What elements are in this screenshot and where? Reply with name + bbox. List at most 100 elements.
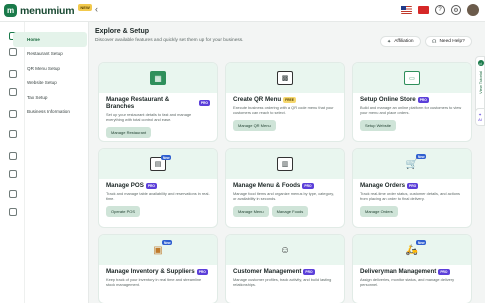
card-illustration: ▤ New [99, 149, 217, 179]
pro-badge: PRO [417, 96, 429, 103]
card-setup-online-store: ▭ Setup Online Store PRO Build and manage… [352, 62, 472, 142]
pro-badge: PRO [198, 100, 210, 106]
manage-qr-menu-button[interactable]: Manage QR Menu [233, 120, 276, 131]
card-description: Build and manage an online platform for … [360, 105, 462, 116]
pro-badge: PRO [196, 268, 208, 275]
manage-menu-button[interactable]: Manage Menu [233, 206, 269, 217]
sidebar-item-home[interactable]: Home [13, 32, 87, 47]
orders-icon: 🛒 New [405, 154, 426, 170]
operate-pos-button[interactable]: Operate POS [106, 206, 141, 217]
card-title: Deliveryman Management [360, 268, 437, 275]
ai-label: AI [478, 117, 482, 122]
online-store-icon: ▭ [404, 71, 420, 85]
new-badge: New [161, 155, 171, 160]
sidebar-nav: Home Restaurant Setup QR Menu Setup Webs… [13, 32, 87, 119]
card-description: Assign deliveries, monitor status, and m… [360, 277, 455, 288]
card-title: Customer Management [233, 268, 302, 275]
sidebar-item-restaurant-setup[interactable]: Restaurant Setup [13, 47, 87, 62]
card-description: Track real-time order status, customer d… [360, 191, 460, 202]
card-manage-pos: ▤ New Manage POS PRO Track and manage tabl… [98, 148, 218, 228]
collapse-sidebar-icon[interactable]: ‹ [95, 4, 98, 14]
app-logo[interactable]: m menumium NEW [4, 4, 92, 17]
card-illustration: ☺ [226, 235, 344, 265]
pro-badge: PRO [407, 182, 419, 189]
need-help-label: Need Help? [439, 39, 465, 44]
card-description: Execute business ordering with a QR code… [233, 105, 334, 116]
card-title: Manage Inventory & Suppliers [106, 268, 195, 275]
page-title: Explore & Setup [95, 28, 150, 35]
settings-icon[interactable]: ⚙ [451, 5, 461, 15]
sidebar-item-qr-menu-setup[interactable]: QR Menu Setup [13, 61, 87, 76]
affiliation-label: Affiliation [394, 39, 414, 44]
card-manage-inventory: ▣ New Manage Inventory & Suppliers PRO Kee… [98, 234, 218, 303]
card-title: Create QR Menu [233, 96, 282, 103]
card-illustration: ▥ [226, 149, 344, 179]
card-description: Keep track of your inventory in real tim… [106, 277, 202, 288]
card-description: Manage customer profiles, track activity… [233, 277, 332, 288]
main-content: Explore & Setup Discover available featu… [95, 28, 473, 303]
sidebar-item-website-setup[interactable]: Website Setup [13, 76, 87, 91]
users-icon[interactable] [9, 152, 17, 160]
pro-badge: PRO [438, 268, 450, 275]
manage-orders-button[interactable]: Manage Orders [360, 206, 398, 217]
manage-foods-button[interactable]: Manage Foods [271, 206, 309, 217]
card-manage-menu-foods: ▥ Manage Menu & Foods PRO Manage food ite… [225, 148, 345, 228]
card-title: Setup Online Store [360, 96, 416, 103]
card-manage-restaurant: ▦ Manage Restaurant & Branches PRO Set up… [98, 62, 218, 142]
free-badge: FREE [283, 96, 296, 103]
card-manage-orders: 🛒 New Manage Orders PRO Track real-time or… [352, 148, 472, 228]
store-icon: ▦ [150, 71, 166, 85]
app-badge: NEW [78, 4, 92, 11]
top-bar-actions: ? ⚙ [401, 4, 479, 16]
finance-icon[interactable] [9, 208, 17, 216]
us-flag-icon[interactable] [401, 6, 412, 14]
card-customer-management: ☺ Customer Management PRO Manage customer… [225, 234, 345, 303]
setup-website-button[interactable]: Setup Website [360, 120, 396, 131]
pos-icon: ▤ New [150, 155, 171, 171]
card-illustration: 🛵 New [353, 235, 471, 265]
pro-badge: PRO [302, 182, 314, 189]
manage-restaurant-button[interactable]: Manage Restaurant [106, 127, 152, 138]
headset-icon: ☊ [432, 38, 437, 45]
logo-mark-icon: m [4, 4, 17, 17]
help-icon[interactable]: ? [435, 5, 445, 15]
card-description: Track and manage table availability and … [106, 191, 210, 202]
language-flag-icon[interactable] [418, 6, 429, 14]
card-title: Manage POS [106, 182, 144, 189]
sidebar-item-business-information[interactable]: Business Information [13, 105, 87, 120]
card-illustration: ▦ [99, 63, 217, 93]
customer-icon: ☺ [279, 244, 291, 256]
sidebar: Home Restaurant Setup QR Menu Setup Webs… [0, 22, 89, 303]
tutorial-icon: d [477, 60, 484, 66]
menu-foods-icon: ▥ [277, 157, 293, 171]
delivery-icon: 🛵 New [405, 240, 426, 256]
top-bar: m menumium NEW ‹ ? ⚙ [0, 0, 485, 22]
affiliation-button[interactable]: ✦ Affiliation [380, 36, 421, 47]
card-title: Manage Menu & Foods [233, 182, 301, 189]
affiliation-icon: ✦ [387, 38, 392, 45]
ai-assistant-tab[interactable]: ✦ AI [475, 108, 485, 126]
card-illustration: ▭ [353, 63, 471, 93]
reports-icon[interactable] [9, 190, 17, 198]
card-illustration: 🛒 New [353, 149, 471, 179]
need-help-button[interactable]: ☊ Need Help? [425, 36, 472, 47]
delivery-icon[interactable] [9, 130, 17, 138]
sidebar-item-tax-setup[interactable]: Tax Setup [13, 90, 87, 105]
card-deliveryman-management: 🛵 New Deliveryman Management PRO Assign de… [352, 234, 472, 303]
pro-badge: PRO [145, 182, 157, 189]
card-illustration: ▩ [226, 63, 344, 93]
card-title: Manage Orders [360, 182, 406, 189]
card-create-qr-menu: ▩ Create QR Menu FREE Execute business or… [225, 62, 345, 142]
new-badge: New [162, 240, 172, 245]
new-badge: New [416, 240, 426, 245]
card-description: Set up your restaurant details to fast a… [106, 112, 192, 123]
user-avatar[interactable] [467, 4, 479, 16]
new-badge: New [416, 154, 426, 159]
card-illustration: ▣ New [99, 235, 217, 265]
qr-menu-icon: ▩ [277, 71, 293, 85]
view-tutorial-label: View Tutorial [477, 71, 483, 94]
chat-icon[interactable] [9, 170, 17, 178]
pro-badge: PRO [303, 268, 315, 275]
app-name: menumium [20, 4, 75, 17]
card-title: Manage Restaurant & Branches [106, 96, 170, 110]
